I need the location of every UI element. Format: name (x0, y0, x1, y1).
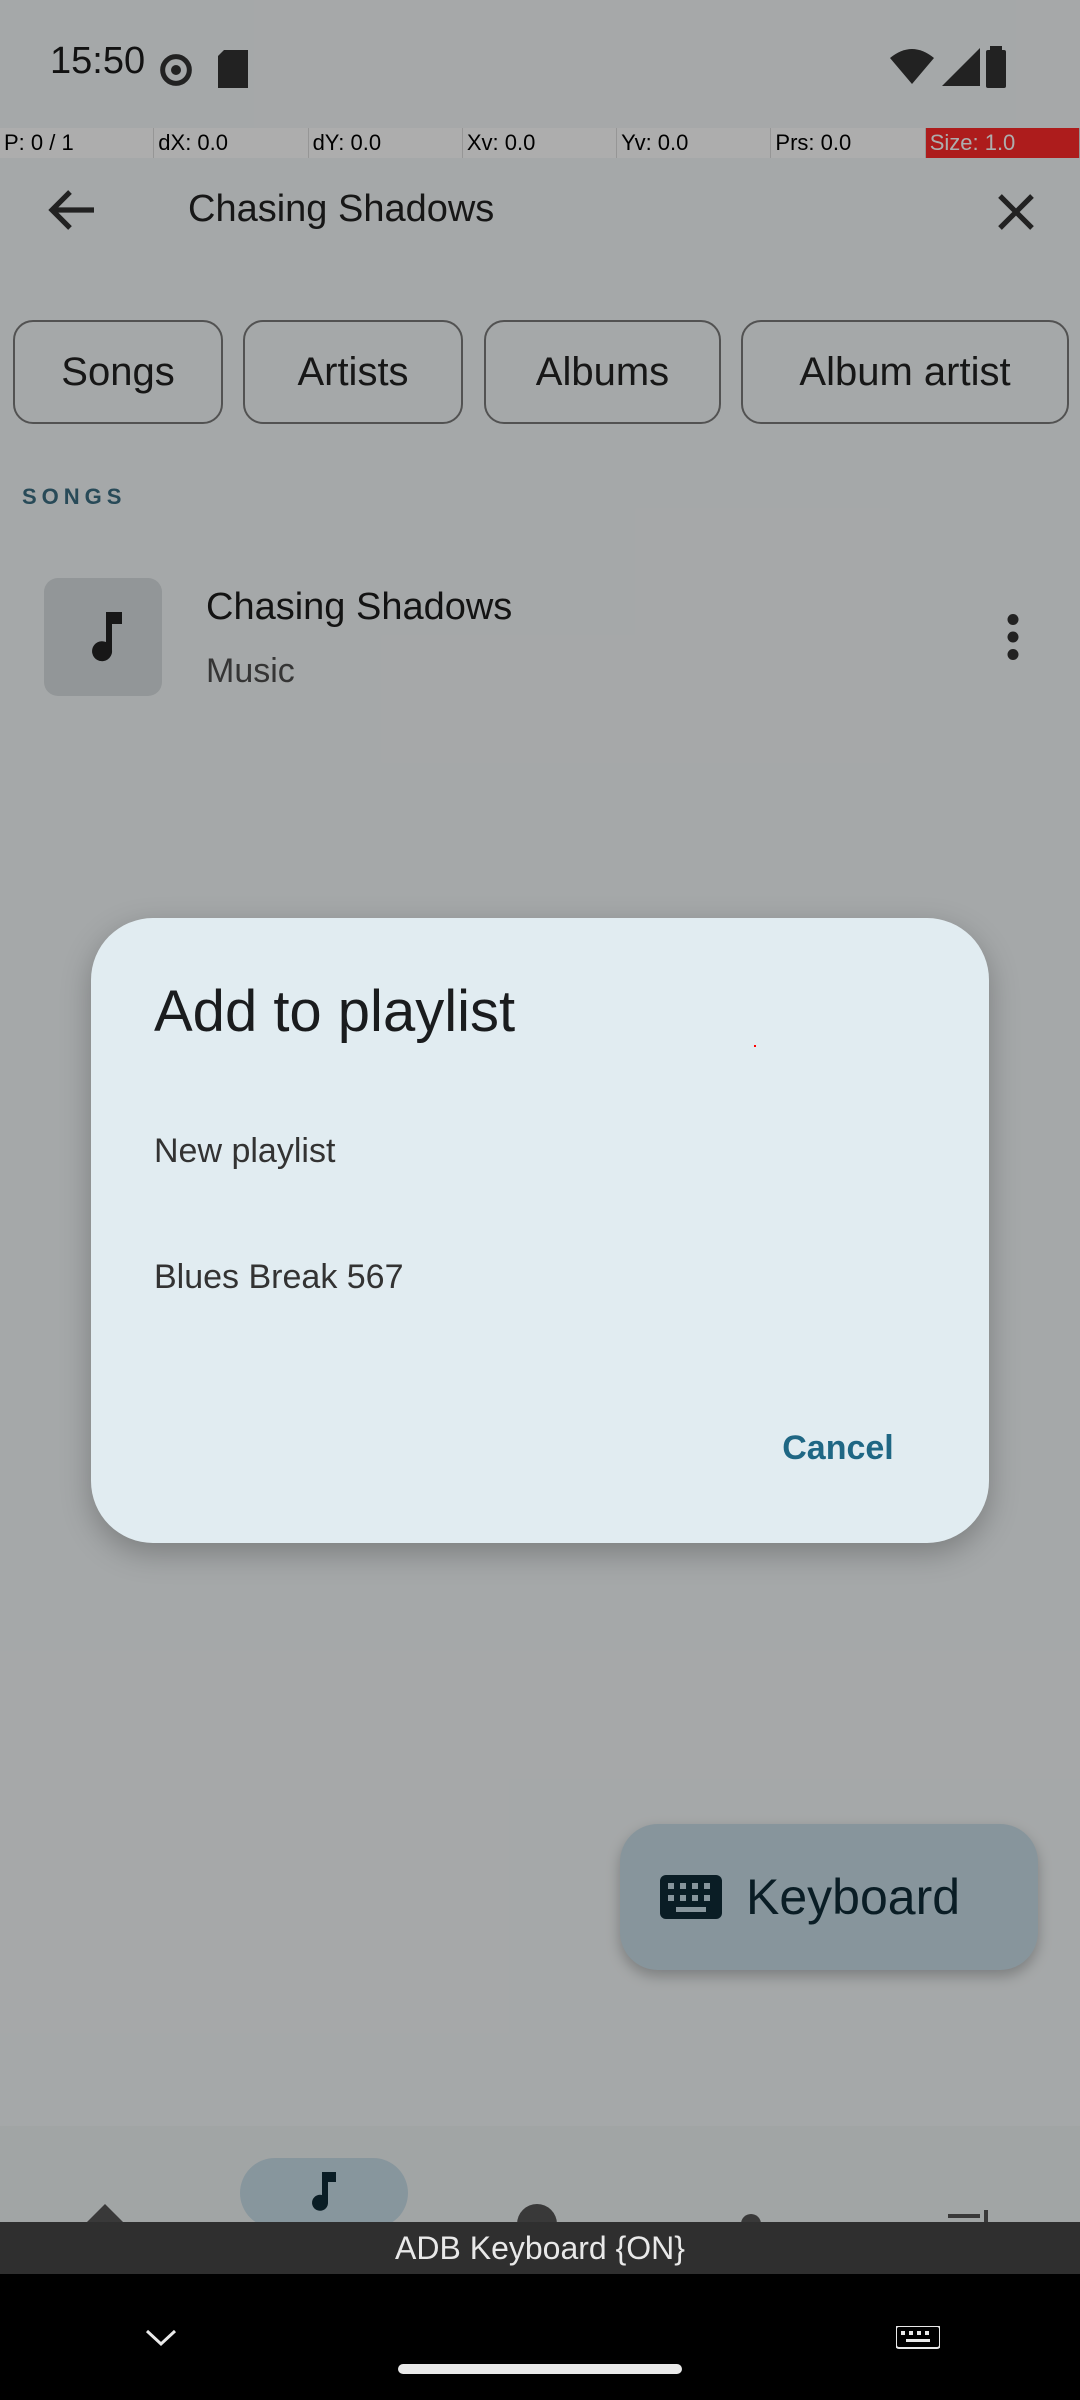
dialog-item-new-playlist[interactable]: New playlist (154, 1132, 335, 1171)
keyboard-switch-icon[interactable] (895, 2325, 941, 2352)
hide-keyboard-chevron-icon[interactable] (144, 2328, 178, 2348)
dialog-item-playlist[interactable]: Blues Break 567 (154, 1258, 404, 1297)
home-gesture-bar[interactable] (398, 2364, 682, 2374)
keyboard-indicator: ADB Keyboard {ON} (0, 2222, 1080, 2274)
cancel-button[interactable]: Cancel (760, 1420, 916, 1476)
touch-point-indicator (754, 1045, 756, 1047)
dialog-title: Add to playlist (154, 979, 516, 1044)
